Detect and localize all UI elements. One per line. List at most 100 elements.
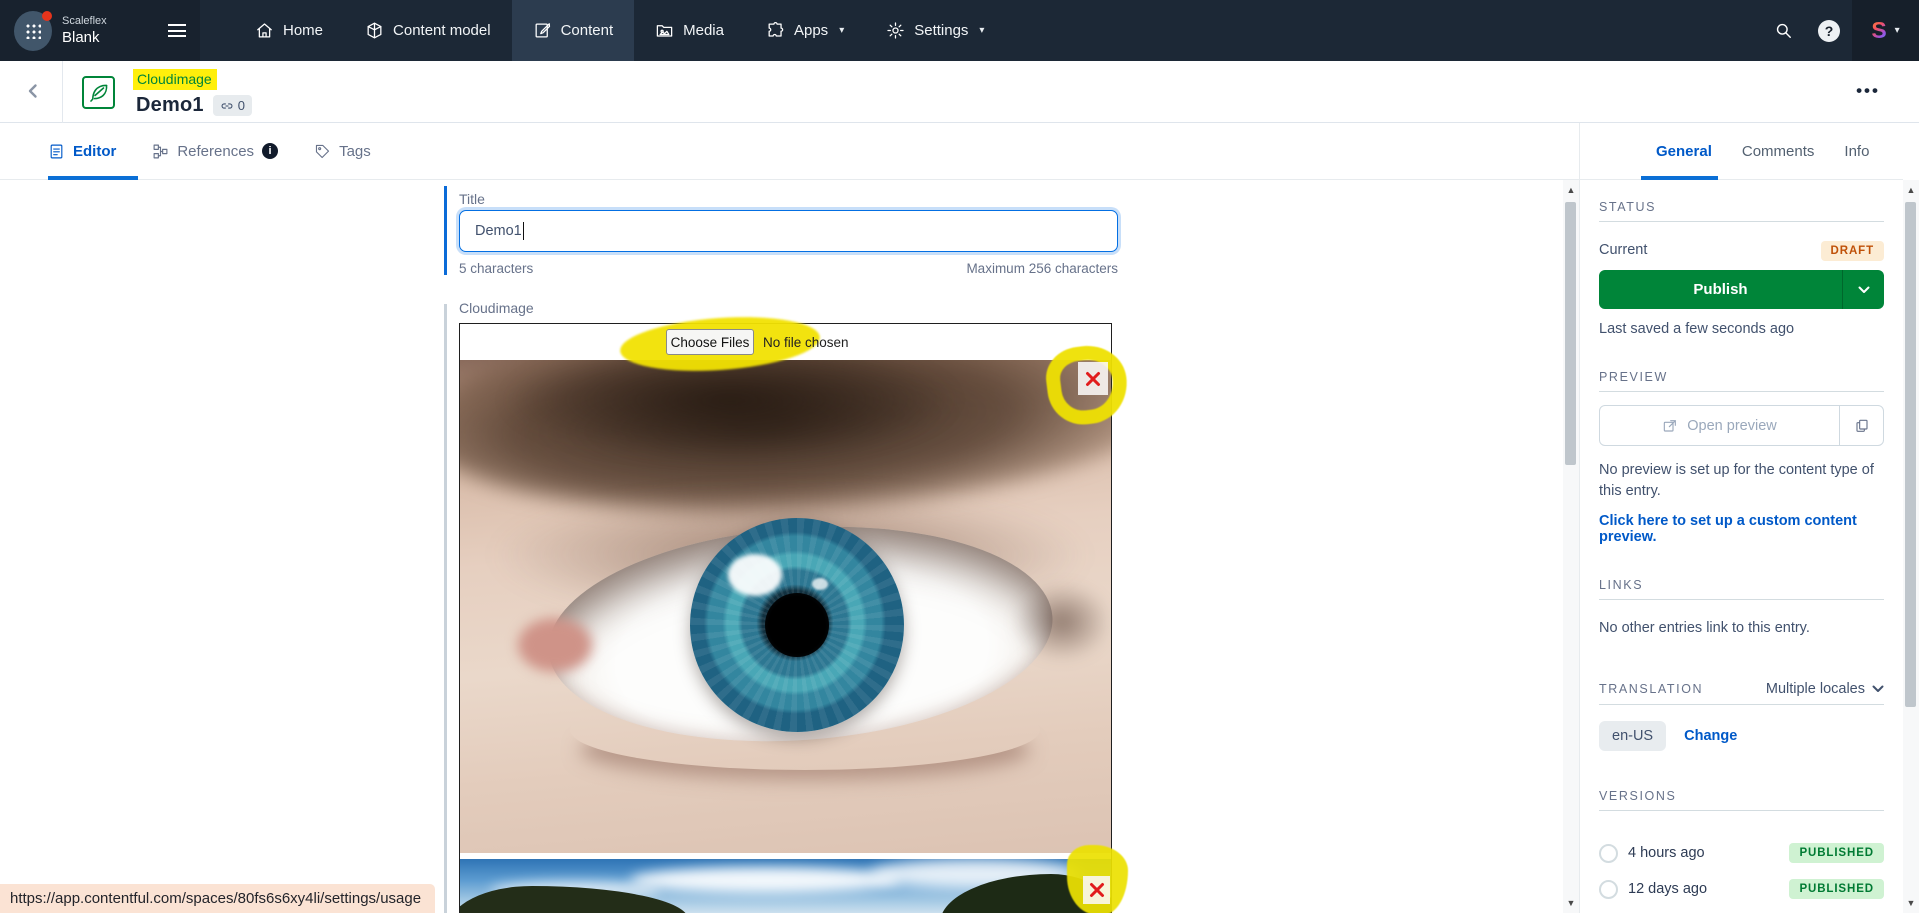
tab-comments[interactable]: Comments xyxy=(1742,143,1815,160)
references-tree-icon xyxy=(153,144,168,158)
scaleflex-logo-icon: S xyxy=(1871,17,1887,43)
sidebar-tabs: General Comments Info xyxy=(1580,123,1903,180)
settings-gear-icon xyxy=(887,22,904,39)
main-scrollbar[interactable]: ▲ ▼ xyxy=(1563,180,1579,913)
apps-icon xyxy=(768,22,784,37)
tab-label: Editor xyxy=(73,142,117,160)
browser-status-url: https://app.contentful.com/spaces/80fs6s… xyxy=(0,884,436,913)
contentful-app: Scaleflex Blank Home Content model Conte… xyxy=(0,0,1919,913)
entry-sidebar: General Comments Info STATUS Current DRA… xyxy=(1579,123,1903,913)
content-icon xyxy=(535,23,550,38)
entry-title: Demo1 xyxy=(136,94,204,116)
space-name[interactable]: Blank xyxy=(62,29,107,46)
scroll-up-icon[interactable]: ▲ xyxy=(1563,185,1579,195)
locale-mode-select[interactable]: Multiple locales xyxy=(1766,681,1884,697)
search-button[interactable] xyxy=(1760,0,1806,61)
account-menu[interactable]: S ▾ xyxy=(1852,0,1919,61)
translation-heading: TRANSLATION Multiple locales xyxy=(1599,681,1884,706)
publish-button[interactable]: Publish xyxy=(1599,270,1884,310)
no-file-chosen-text: No file chosen xyxy=(763,334,849,350)
yellow-highlight: Cloudimage xyxy=(133,69,217,90)
nav-item-label: Content model xyxy=(393,22,491,39)
links-note: No other entries link to this entry. xyxy=(1599,620,1810,637)
help-button[interactable]: ? xyxy=(1806,0,1852,61)
version-row: 4 hours ago PUBLISHED xyxy=(1599,843,1884,864)
nav-item-media[interactable]: Media xyxy=(634,0,745,61)
links-count-badge[interactable]: 0 xyxy=(212,95,252,116)
max-char-note: Maximum 256 characters xyxy=(966,261,1118,276)
chevron-down-icon: ▾ xyxy=(1894,25,1900,36)
feather-icon xyxy=(89,84,107,102)
scroll-up-icon[interactable]: ▲ xyxy=(1903,185,1919,195)
top-navbar: Scaleflex Blank Home Content model Conte… xyxy=(0,0,1919,61)
tag-icon xyxy=(315,144,330,158)
open-preview-label: Open preview xyxy=(1687,417,1777,434)
back-button[interactable] xyxy=(20,78,46,104)
tab-info[interactable]: Info xyxy=(1844,143,1869,160)
entry-tabs: Editor References i Tags xyxy=(0,123,1579,180)
scroll-down-icon[interactable]: ▼ xyxy=(1903,898,1919,908)
nav-item-label: Apps xyxy=(793,22,829,39)
chevron-down-icon xyxy=(1872,685,1884,693)
uploaded-sky-image xyxy=(460,859,1111,913)
publish-label: Publish xyxy=(1693,281,1748,299)
scrollbar-thumb[interactable] xyxy=(1905,202,1916,707)
scroll-down-icon[interactable]: ▼ xyxy=(1563,898,1579,908)
eye-pupil xyxy=(765,593,829,657)
nav-item-home[interactable]: Home xyxy=(234,0,344,61)
status-heading: STATUS xyxy=(1599,200,1884,222)
entry-type-icon xyxy=(82,76,115,109)
org-name: Scaleflex xyxy=(62,14,107,27)
sidebar-scrollbar[interactable]: ▲ ▼ xyxy=(1903,180,1919,913)
nav-item-label: Home xyxy=(283,22,324,39)
choose-files-button[interactable]: Choose Files xyxy=(666,329,754,355)
remove-image-button-2[interactable] xyxy=(1083,876,1110,904)
versions-heading: VERSIONS xyxy=(1599,789,1884,812)
tab-references[interactable]: References i xyxy=(152,143,279,160)
preview-note: No preview is set up for the content typ… xyxy=(1599,462,1874,500)
copy-icon xyxy=(1855,419,1868,432)
open-preview-button[interactable]: Open preview xyxy=(1599,405,1884,447)
notification-dot xyxy=(42,10,52,21)
external-link-icon xyxy=(1664,419,1677,432)
content-model-icon xyxy=(367,22,382,39)
cloudimage-widget: Choose Files No file chosen xyxy=(459,311,1132,913)
chevron-down-icon: ▾ xyxy=(979,25,985,36)
content-type-label: Cloudimage xyxy=(133,69,217,90)
tab-editor[interactable]: Editor xyxy=(48,143,116,160)
current-label: Current xyxy=(1599,242,1648,258)
nav-item-content[interactable]: Content xyxy=(511,0,635,61)
change-locale-link[interactable]: Change xyxy=(1684,728,1737,744)
version-time: 12 days ago xyxy=(1628,881,1708,898)
org-avatar[interactable] xyxy=(14,10,52,51)
title-input[interactable]: Demo1 xyxy=(459,210,1118,252)
setup-preview-link[interactable]: Click here to set up a custom content pr… xyxy=(1599,513,1884,545)
question-mark-icon: ? xyxy=(1818,19,1840,42)
home-icon xyxy=(257,23,272,38)
cloudimage-field-label: Cloudimage xyxy=(459,300,534,316)
menu-icon[interactable] xyxy=(168,24,186,37)
link-icon xyxy=(221,102,233,109)
header-divider xyxy=(62,61,63,123)
nav-item-apps[interactable]: Apps ▾ xyxy=(745,0,865,61)
copy-preview-link-button[interactable] xyxy=(1839,406,1883,446)
text-cursor xyxy=(522,222,524,240)
nav-item-content-model[interactable]: Content model xyxy=(344,0,512,61)
nav-item-settings[interactable]: Settings ▾ xyxy=(865,0,1005,61)
info-icon[interactable]: i xyxy=(262,143,279,159)
draft-status-badge: DRAFT xyxy=(1820,240,1884,261)
nav-item-label: Media xyxy=(683,22,724,39)
version-radio[interactable] xyxy=(1599,843,1618,863)
links-count: 0 xyxy=(237,98,245,113)
uploaded-eye-image xyxy=(460,360,1111,853)
more-actions-button[interactable]: ••• xyxy=(1848,77,1888,105)
publish-dropdown[interactable] xyxy=(1842,270,1884,310)
tab-general[interactable]: General xyxy=(1656,143,1712,160)
file-upload-row: Choose Files No file chosen xyxy=(460,311,1111,377)
tab-tags[interactable]: Tags xyxy=(314,143,371,160)
scrollbar-thumb[interactable] xyxy=(1565,202,1576,465)
remove-image-button[interactable] xyxy=(1078,362,1108,395)
grid-dots-icon xyxy=(25,22,41,39)
preview-heading: PREVIEW xyxy=(1599,370,1884,393)
version-radio[interactable] xyxy=(1599,879,1618,899)
